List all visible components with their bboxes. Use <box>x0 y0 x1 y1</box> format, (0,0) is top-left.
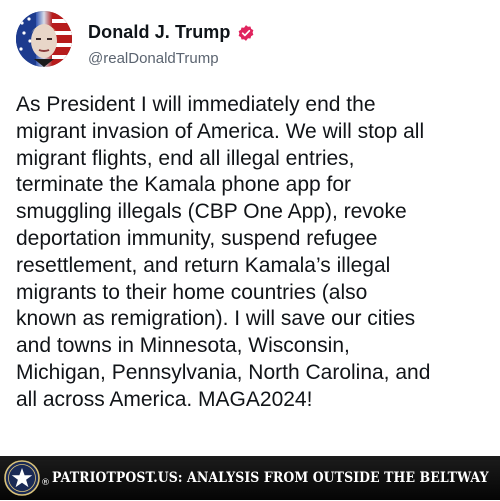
star-seal-icon <box>4 460 40 496</box>
avatar[interactable] <box>16 11 72 67</box>
footer-text: PATRIOTPOST.US: ANALYSIS FROM OUTSIDE TH… <box>52 470 489 486</box>
author-row: Donald J. Trump <box>88 22 255 43</box>
footer-banner: ® PATRIOTPOST.US: ANALYSIS FROM OUTSIDE … <box>0 456 500 500</box>
verified-badge-icon <box>237 24 255 42</box>
registered-mark: ® <box>41 478 50 488</box>
author-name[interactable]: Donald J. Trump <box>88 22 231 43</box>
avatar-image <box>16 11 72 67</box>
post-text: As President I will immediately end the … <box>16 93 431 411</box>
author-handle[interactable]: @realDonaldTrump <box>88 50 219 67</box>
